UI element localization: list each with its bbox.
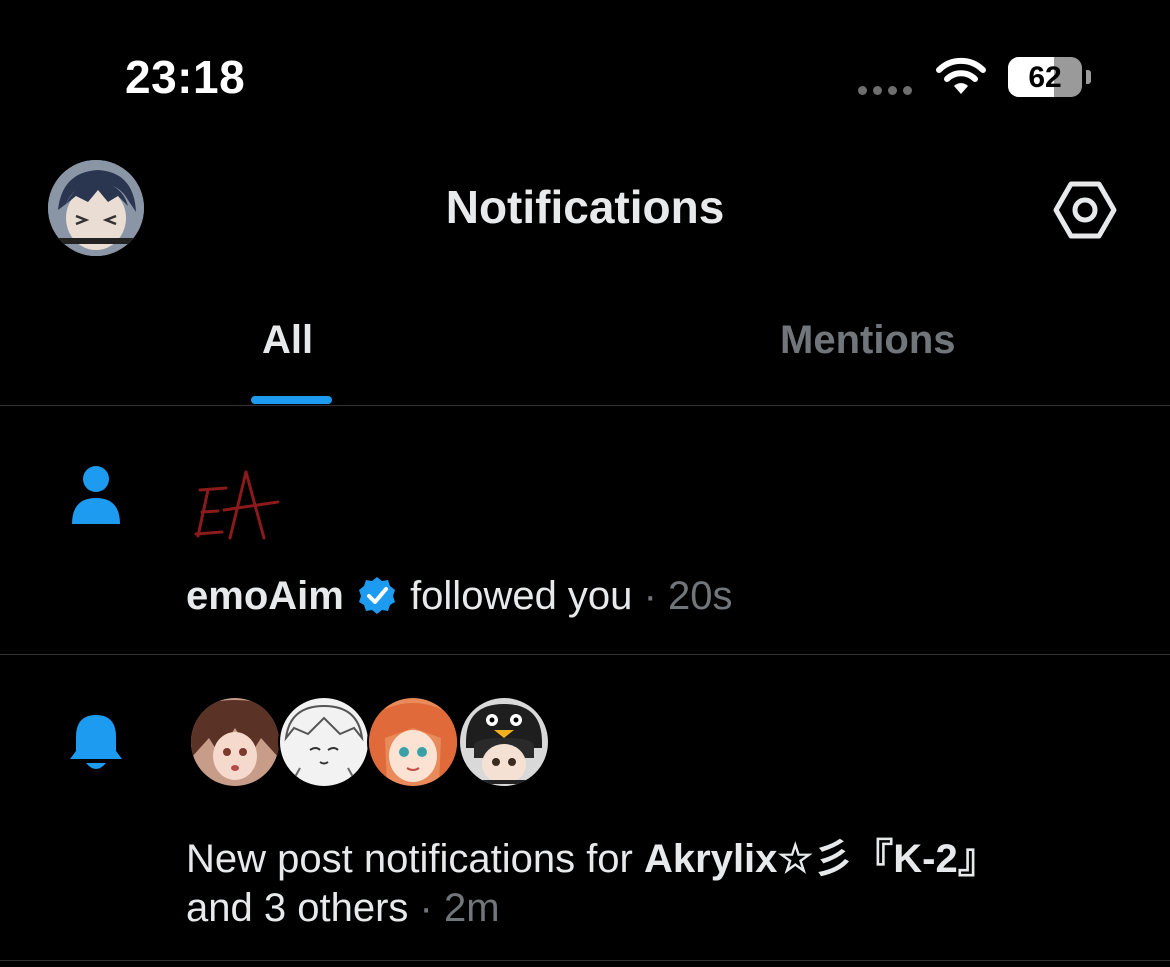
notification-time: 2m [443, 886, 500, 930]
signal-dots-icon [858, 86, 912, 95]
avatar[interactable] [189, 696, 281, 788]
active-tab-indicator [251, 396, 332, 404]
gear-icon[interactable] [1052, 180, 1118, 240]
notification-prefix: New post notifications for [186, 837, 644, 881]
tab-mentions[interactable]: Mentions [780, 318, 956, 363]
divider [0, 960, 1170, 961]
person-icon [72, 466, 120, 524]
notification-text-line2: and 3 others · 2m [186, 886, 500, 931]
status-time: 23:18 [125, 51, 246, 103]
separator-dot: · [643, 574, 657, 618]
user-avatar-emoaim[interactable] [186, 466, 282, 546]
notification-follow[interactable]: emoAim followed you · 20s [0, 406, 1170, 654]
user-name[interactable]: Akrylix☆彡『K-2』 [644, 837, 998, 881]
notification-others: and 3 others [186, 886, 409, 930]
verified-badge-icon [358, 577, 395, 614]
user-name[interactable]: emoAim [186, 574, 344, 618]
avatar[interactable] [278, 696, 370, 788]
battery-icon: 62 [1008, 57, 1082, 97]
avatar[interactable] [367, 696, 459, 788]
bell-icon [70, 715, 122, 769]
notification-time: 20s [668, 574, 733, 618]
battery-percent: 62 [1028, 61, 1062, 94]
battery-tip [1086, 70, 1091, 84]
notification-text-line1: New post notifications for Akrylix☆彡『K-2… [186, 826, 998, 884]
avatar[interactable] [458, 696, 550, 788]
notification-action: followed you [410, 574, 633, 618]
wifi-icon [936, 57, 986, 94]
page-title: Notifications [445, 181, 725, 233]
notification-new-posts[interactable] [0, 655, 1170, 960]
separator-dot: · [419, 886, 433, 930]
tab-all[interactable]: All [262, 318, 313, 363]
